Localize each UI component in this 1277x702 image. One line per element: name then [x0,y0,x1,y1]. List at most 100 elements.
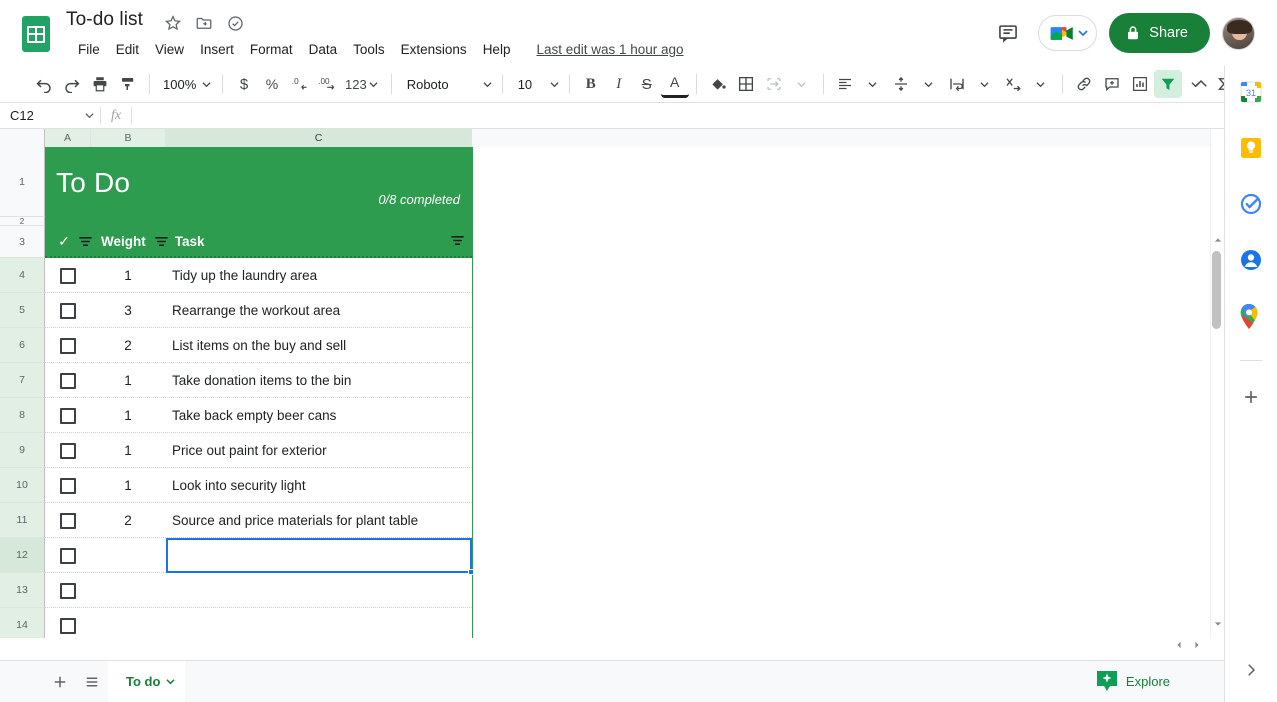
horizontal-align-chevron-down-icon[interactable] [859,70,887,98]
zoom-selector[interactable]: 100% [157,70,215,98]
task-checkbox[interactable] [59,442,76,459]
table-row[interactable]: 1 Price out paint for exterior [45,433,472,468]
table-row[interactable] [45,573,472,608]
star-icon[interactable] [163,13,183,33]
scroll-left-arrow-icon[interactable] [1172,639,1186,651]
table-row[interactable]: 1 Take back empty beer cans [45,398,472,433]
menu-data[interactable]: Data [301,39,346,60]
more-formats-button[interactable]: 123 [342,70,384,98]
cell-a13[interactable] [45,573,90,608]
filter-dropdown-icon-b[interactable] [152,235,172,248]
text-wrap-chevron-down-icon[interactable] [971,70,999,98]
page-title[interactable]: To-do list [66,9,143,31]
add-app-button[interactable] [1239,385,1263,409]
table-row[interactable]: 1 Tidy up the laundry area [45,258,472,293]
font-size-selector[interactable]: 10 [510,70,562,98]
row-header-4[interactable]: 4 [0,258,45,293]
comment-history-icon[interactable] [990,15,1026,51]
cell-c10[interactable]: Look into security light [166,468,472,503]
formula-input[interactable] [132,103,1224,129]
menu-format[interactable]: Format [242,39,301,60]
redo-icon[interactable] [58,70,86,98]
chevron-down-icon[interactable] [166,674,176,689]
strikethrough-button[interactable]: S [633,70,661,98]
cell-a8[interactable] [45,398,90,433]
table-row[interactable]: 3 Rearrange the workout area [45,293,472,328]
task-checkbox[interactable] [59,617,76,634]
link-icon[interactable] [1070,70,1098,98]
google-keep-icon[interactable] [1239,136,1263,160]
print-icon[interactable] [86,70,114,98]
table-row[interactable] [45,538,472,573]
table-row[interactable]: 2 List items on the buy and sell [45,328,472,363]
bold-button[interactable]: B [577,70,605,98]
cell-c7[interactable]: Take donation items to the bin [166,363,472,398]
row-header-12[interactable]: 12 [0,538,45,573]
google-maps-icon[interactable] [1239,303,1263,329]
explore-button[interactable]: Explore [1090,666,1182,696]
table-row[interactable]: 2 Source and price materials for plant t… [45,503,472,538]
table-row[interactable]: 1 Look into security light [45,468,472,503]
horizontal-align-icon[interactable] [831,70,859,98]
vertical-align-chevron-down-icon[interactable] [915,70,943,98]
cell-a11[interactable] [45,503,90,538]
avatar[interactable] [1222,16,1255,50]
increase-decimal-button[interactable]: .00 [314,70,342,98]
column-header-b[interactable]: B [91,129,166,147]
row-header-8[interactable]: 8 [0,398,45,433]
task-checkbox[interactable] [59,337,76,354]
google-contacts-icon[interactable] [1239,248,1263,272]
sheet-tab-to-do[interactable]: To do [108,660,186,702]
table-row[interactable]: 1 Take donation items to the bin [45,363,472,398]
cell-c5[interactable]: Rearrange the workout area [166,293,472,328]
currency-format-button[interactable]: $ [230,70,258,98]
undo-icon[interactable] [30,70,58,98]
row-header-3[interactable]: 3 [0,226,45,258]
cell-c8[interactable]: Take back empty beer cans [166,398,472,433]
add-comment-icon[interactable] [1098,70,1126,98]
menu-tools[interactable]: Tools [345,39,393,60]
insert-chart-icon[interactable] [1126,70,1154,98]
cell-a7[interactable] [45,363,90,398]
task-checkbox[interactable] [59,477,76,494]
text-rotation-icon[interactable] [999,70,1027,98]
row-header-1[interactable]: 1 [0,147,45,217]
row-header-13[interactable]: 13 [0,573,45,608]
menu-edit[interactable]: Edit [108,39,147,60]
menu-file[interactable]: File [70,39,108,60]
google-calendar-icon[interactable]: 31 [1239,80,1263,104]
vertical-align-icon[interactable] [887,70,915,98]
task-checkbox[interactable] [59,547,76,564]
cell-c6[interactable]: List items on the buy and sell [166,328,472,363]
share-button[interactable]: Share [1109,13,1210,53]
scroll-up-arrow-icon[interactable] [1211,233,1224,247]
cell-c13[interactable] [166,573,472,608]
row-header-5[interactable]: 5 [0,293,45,328]
cell-c9[interactable]: Price out paint for exterior [166,433,472,468]
task-checkbox[interactable] [59,302,76,319]
cloud-saved-icon[interactable] [225,13,245,33]
text-rotation-chevron-down-icon[interactable] [1027,70,1055,98]
row-header-2[interactable]: 2 [0,217,45,226]
text-wrap-icon[interactable] [943,70,971,98]
cell-b4[interactable]: 1 [90,258,166,293]
google-tasks-icon[interactable] [1239,192,1263,216]
collapse-toolbar-icon[interactable] [1187,70,1215,98]
italic-button[interactable]: I [605,70,633,98]
row-header-10[interactable]: 10 [0,468,45,503]
cell-b8[interactable]: 1 [90,398,166,433]
all-sheets-icon[interactable] [76,666,108,698]
row-header-9[interactable]: 9 [0,433,45,468]
cell-b13[interactable] [90,573,166,608]
google-meet-button[interactable] [1038,15,1098,51]
horizontal-scrollbar[interactable] [0,638,1224,652]
row-header-7[interactable]: 7 [0,363,45,398]
cell-b10[interactable]: 1 [90,468,166,503]
cell-c11[interactable]: Source and price materials for plant tab… [166,503,472,538]
cell-b9[interactable]: 1 [90,433,166,468]
task-checkbox[interactable] [59,372,76,389]
vertical-scrollbar[interactable] [1210,129,1224,638]
decrease-decimal-button[interactable]: .0 [286,70,314,98]
cell-c12[interactable] [166,538,472,573]
text-color-button[interactable]: A [660,70,689,98]
